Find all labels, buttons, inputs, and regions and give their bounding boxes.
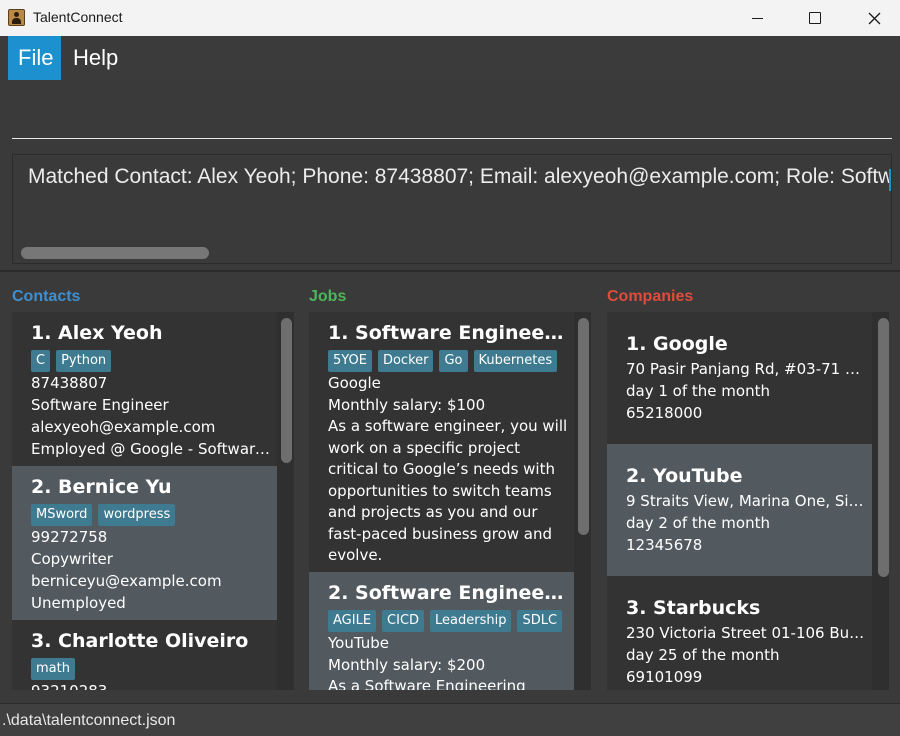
job-title: 2. Software Engineering Intern — [328, 582, 568, 604]
job-title: 1. Software Engineer, Google — [328, 322, 568, 344]
command-input[interactable] — [12, 89, 892, 139]
job-salary: Monthly salary: $200 — [328, 656, 486, 674]
data-file-path: .\data\talentconnect.json — [2, 712, 176, 729]
jobs-title: Jobs — [309, 288, 347, 305]
result-horizontal-scrollbar[interactable] — [21, 247, 209, 259]
tag-list: AGILE CICD Leadership SDLC — [328, 610, 574, 632]
job-card[interactable]: 1. Software Engineer, Google 5YOE Docker… — [309, 312, 574, 572]
contact-employment: Unemployed — [31, 594, 126, 612]
contact-card[interactable]: 2. Bernice Yu MSword wordpress 99272758 … — [12, 466, 277, 620]
tag: Leadership — [430, 610, 512, 632]
jobs-list[interactable]: 1. Software Engineer, Google 5YOE Docker… — [309, 312, 591, 690]
company-card[interactable]: 2. YouTube 9 Straits View, Marina One, S… — [607, 444, 872, 576]
companies-scrollbar[interactable] — [878, 318, 889, 577]
tag: wordpress — [98, 504, 176, 526]
contact-role: Software Engineer — [31, 396, 169, 414]
tag-list: C Python — [31, 350, 277, 372]
contact-card[interactable]: 3. Charlotte Oliveiro math 93210283 — [12, 620, 277, 690]
menu-file[interactable]: File — [8, 36, 61, 80]
company-name: 1. Google — [626, 333, 728, 355]
menu-bar: File Help — [0, 36, 900, 80]
companies-list[interactable]: 1. Google 70 Pasir Panjang Rd, #03-71 Ma… — [607, 312, 889, 690]
company-name: 2. YouTube — [626, 465, 743, 487]
contacts-list[interactable]: 1. Alex Yeoh C Python 87438807 Software … — [12, 312, 294, 690]
company-billing-day: day 2 of the month — [626, 514, 770, 532]
company-billing-day: day 25 of the month — [626, 646, 780, 664]
company-phone: 65218000 — [626, 404, 703, 422]
tag: Python — [56, 350, 112, 372]
companies-title: Companies — [607, 288, 694, 305]
contact-phone: 93210283 — [31, 680, 271, 690]
status-bar: .\data\talentconnect.json — [0, 703, 900, 736]
contact-role: Copywriter — [31, 550, 113, 568]
tag: 5YOE — [328, 350, 372, 372]
job-card[interactable]: 2. Software Engineering Intern AGILE CIC… — [309, 572, 574, 690]
contact-phone: 87438807 — [31, 374, 108, 392]
contacts-scrollbar[interactable] — [281, 318, 292, 463]
contact-email: alexyeoh@example.com — [31, 418, 216, 436]
tag-list: MSword wordpress — [31, 504, 277, 526]
jobs-scrollbar[interactable] — [578, 318, 589, 535]
company-phone: 69101099 — [626, 668, 703, 686]
contact-name: 1. Alex Yeoh — [31, 322, 163, 344]
job-description: As a Software Engineering — [328, 677, 526, 690]
job-description: As a software engineer, you will work on… — [328, 417, 568, 564]
company-address: 9 Straits View, Marina One, Singapore — [626, 492, 866, 510]
tag: Go — [439, 350, 468, 372]
job-salary: Monthly salary: $100 — [328, 396, 486, 414]
contacts-title: Contacts — [12, 288, 81, 305]
minimize-button[interactable] — [728, 0, 786, 36]
tag: math — [31, 658, 75, 680]
close-icon — [868, 12, 880, 24]
portrait-icon — [8, 9, 25, 26]
tag: SDLC — [517, 610, 563, 632]
contact-employment: Employed @ Google - Software Engineer — [31, 440, 271, 458]
job-company: YouTube — [328, 634, 389, 652]
minimize-icon — [751, 17, 763, 19]
contact-name: 2. Bernice Yu — [31, 476, 172, 498]
job-company: Google — [328, 374, 381, 392]
divider — [0, 270, 900, 272]
company-card[interactable]: 1. Google 70 Pasir Panjang Rd, #03-71 Ma… — [607, 312, 872, 444]
company-name: 3. Starbucks — [626, 597, 761, 619]
result-text: Matched Contact: Alex Yeoh; Phone: 87438… — [28, 165, 892, 188]
tag: Docker — [377, 350, 434, 372]
tag: MSword — [31, 504, 93, 526]
maximize-icon — [809, 12, 821, 24]
contact-card[interactable]: 1. Alex Yeoh C Python 87438807 Software … — [12, 312, 277, 466]
tag: Kubernetes — [473, 350, 558, 372]
tag-list: 5YOE Docker Go Kubernetes — [328, 350, 574, 372]
company-address: 70 Pasir Panjang Rd, #03-71 Mapletree Bu… — [626, 360, 866, 378]
tag: CICD — [382, 610, 425, 632]
company-card[interactable]: 3. Starbucks 230 Victoria Street 01-106 … — [607, 576, 872, 690]
text-cursor — [889, 169, 891, 191]
command-box — [0, 81, 900, 146]
window-title: TalentConnect — [33, 9, 123, 25]
maximize-button[interactable] — [786, 0, 844, 36]
contact-email: berniceyu@example.com — [31, 572, 222, 590]
tag: AGILE — [328, 610, 377, 632]
close-button[interactable] — [845, 0, 900, 36]
result-display[interactable]: Matched Contact: Alex Yeoh; Phone: 87438… — [12, 154, 892, 264]
company-billing-day: day 1 of the month — [626, 382, 770, 400]
menu-help[interactable]: Help — [63, 36, 128, 80]
company-address: 230 Victoria Street 01-106 Bugis Junctio… — [626, 624, 866, 642]
tag: C — [31, 350, 51, 372]
tag-list: math — [31, 658, 277, 680]
contact-phone: 99272758 — [31, 528, 108, 546]
title-bar: TalentConnect — [0, 0, 900, 36]
contact-name: 3. Charlotte Oliveiro — [31, 630, 249, 652]
company-phone: 12345678 — [626, 536, 703, 554]
